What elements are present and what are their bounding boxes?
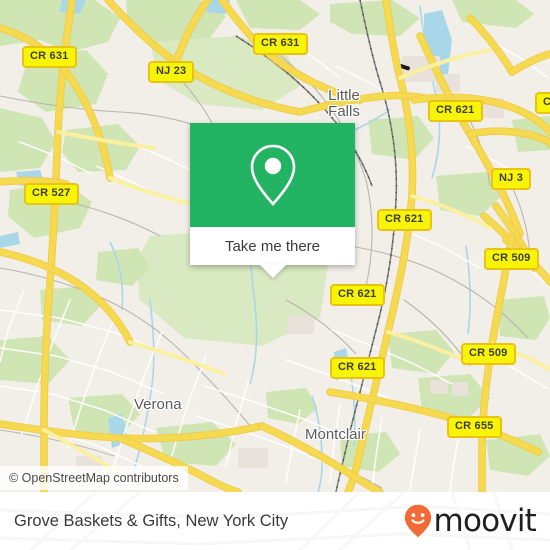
moovit-wordmark: moovit	[433, 502, 537, 539]
moovit-pin-smile-icon	[404, 504, 431, 538]
road-shield-cr621-north: CR 621	[428, 100, 483, 122]
road-shield-cr631-north: CR 631	[253, 33, 308, 55]
page-title: Grove Baskets & Gifts, New York City	[14, 511, 289, 530]
map-screenshot: .grn { fill:#cfe5b4; } .grn2{ fill:#d9e9…	[0, 0, 550, 550]
popup-pointer	[258, 264, 287, 278]
road-shield-cr621-south: CR 621	[330, 357, 385, 379]
place-label-verona: Verona	[134, 396, 182, 413]
map-attribution[interactable]: © OpenStreetMap contributors	[0, 466, 188, 490]
road-shield-cr527: CR 527	[24, 183, 79, 205]
road-shield-cr509-south: CR 509	[461, 343, 516, 365]
road-shield-cr621-center: CR 621	[330, 284, 385, 306]
road-shield-nj3: NJ 3	[491, 168, 532, 190]
take-me-there-button[interactable]: Take me there	[190, 227, 355, 265]
footer-bar: Grove Baskets & Gifts, New York City moo…	[0, 492, 550, 550]
map-canvas[interactable]: .grn { fill:#cfe5b4; } .grn2{ fill:#d9e9…	[0, 0, 550, 492]
place-label-montclair: Montclair	[305, 426, 366, 443]
place-label-little-falls: Little Falls	[328, 87, 360, 120]
road-shield-nj23: NJ 23	[148, 61, 195, 83]
road-shield-cr621-mid: CR 621	[377, 209, 432, 231]
location-popup-card[interactable]: Take me there	[190, 123, 355, 278]
road-shield-cr655: CR 655	[447, 416, 502, 438]
moovit-brand[interactable]: moovit	[404, 502, 537, 539]
popup-hero	[190, 123, 355, 227]
map-pin-icon	[250, 144, 295, 206]
take-me-there-label: Take me there	[224, 237, 321, 255]
road-shield-cr631-west: CR 631	[22, 46, 77, 68]
road-shield-cr6-edge: CR 6	[535, 92, 550, 114]
road-shield-cr509-north: CR 509	[484, 248, 539, 270]
